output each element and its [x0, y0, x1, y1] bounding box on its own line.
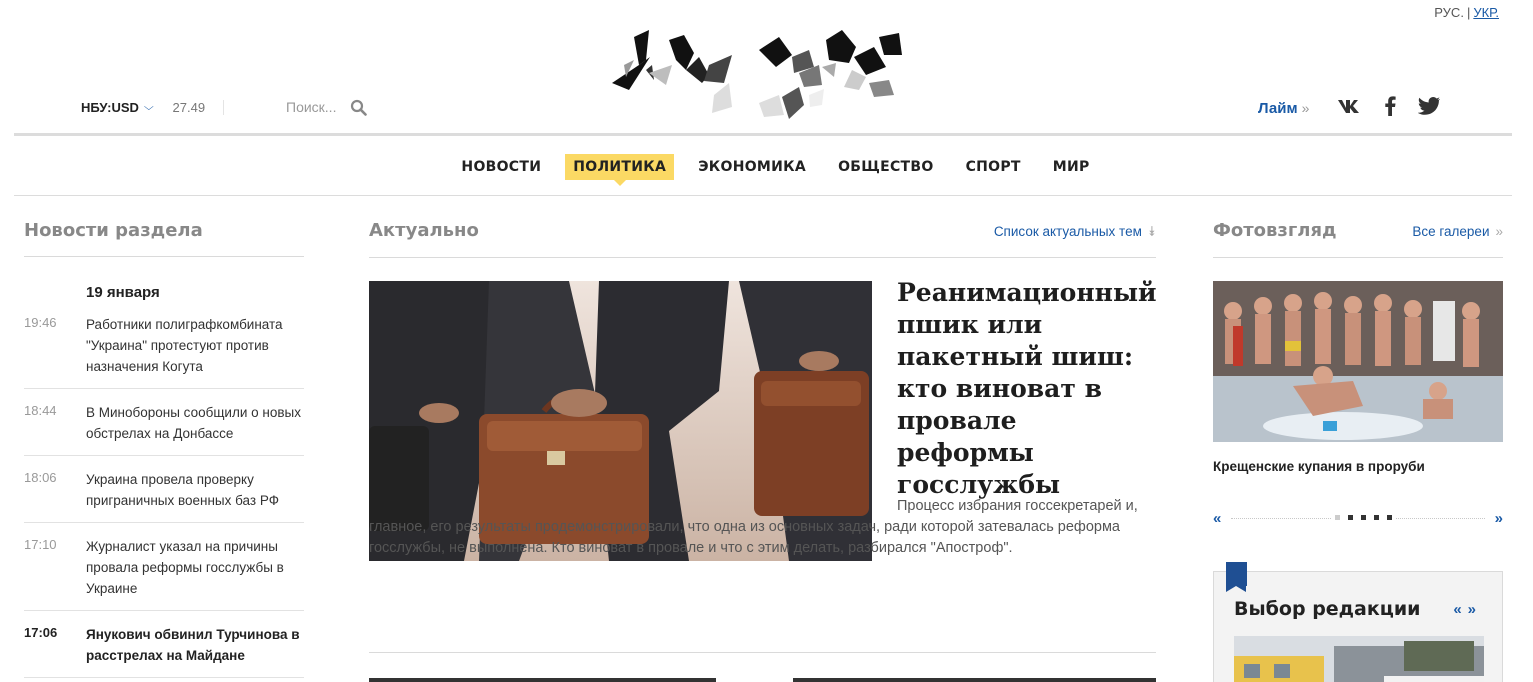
gallery-image[interactable]: [1213, 281, 1503, 442]
news-headline[interactable]: Журналист указал на причины провала рефо…: [86, 536, 304, 599]
slider-dot[interactable]: [1374, 515, 1380, 520]
editors-header: Выбор редакции «»: [1234, 598, 1482, 620]
section-photo-header: Фотовзгляд Все галереи »: [1213, 220, 1503, 258]
news-time: 19:46: [24, 315, 57, 330]
news-headline[interactable]: В Минобороны сообщили о новых обстрелах …: [86, 402, 304, 444]
news-headline[interactable]: Янукович обвинил Турчинова в расстрелах …: [86, 624, 304, 666]
facebook-icon[interactable]: [1385, 96, 1396, 121]
news-headline[interactable]: Работники полиграфкомбината "Украина" пр…: [86, 314, 304, 377]
news-time: 18:44: [24, 403, 57, 418]
news-item[interactable]: 19:46 Работники полиграфкомбината "Украи…: [24, 314, 304, 389]
search-input[interactable]: [286, 99, 344, 115]
section-photo-title: Фотовзгляд: [1213, 220, 1337, 241]
editors-next-button[interactable]: »: [1468, 601, 1482, 618]
gallery-slider: « »: [1213, 510, 1503, 527]
news-date: 19 января: [86, 284, 160, 301]
double-chevron-down-icon: ⯯: [1147, 224, 1156, 239]
slider-dots: [1331, 515, 1397, 520]
feature-title[interactable]: Реанимационный пшик или пакетный шиш: кт…: [897, 277, 1159, 501]
nav-news[interactable]: НОВОСТИ: [453, 154, 549, 180]
chevron-down-icon[interactable]: ⌵: [144, 102, 154, 113]
header-right: Лайм»: [1258, 96, 1441, 121]
news-item[interactable]: 18:44 В Минобороны сообщили о новых обст…: [24, 402, 304, 456]
lang-uk-link[interactable]: УКР.: [1473, 5, 1499, 20]
nav-sport[interactable]: СПОРТ: [958, 154, 1029, 180]
slider-dot[interactable]: [1348, 515, 1354, 520]
laim-label: Лайм: [1258, 100, 1298, 117]
all-galleries-link[interactable]: Все галереи »: [1412, 224, 1503, 239]
section-actual-header: Актуально Список актуальных тем ⯯: [369, 220, 1156, 258]
section-news-header: Новости раздела: [24, 220, 304, 257]
editors-title: Выбор редакции: [1234, 598, 1421, 620]
laim-arrow: »: [1301, 100, 1310, 116]
section-news-column: Новости раздела 19 января 19:46 Работник…: [24, 220, 304, 682]
language-switcher: РУС. | УКР.: [1434, 5, 1499, 20]
slider-next-button[interactable]: »: [1495, 510, 1503, 527]
currency-selector[interactable]: НБУ:USD: [81, 100, 139, 115]
section-news-title: Новости раздела: [24, 220, 203, 241]
all-galleries-label: Все галереи: [1412, 224, 1490, 239]
search-bar: [286, 96, 367, 118]
main-nav: НОВОСТИ ПОЛИТИКА ЭКОНОМИКА ОБЩЕСТВО СПОР…: [0, 154, 1533, 186]
feature-divider: [369, 652, 1156, 653]
nav-world[interactable]: МИР: [1045, 154, 1098, 180]
all-galleries-arrow: »: [1495, 224, 1503, 239]
news-time: 17:06: [24, 625, 58, 640]
slider-prev-button[interactable]: «: [1213, 510, 1221, 527]
twitter-icon[interactable]: [1417, 97, 1441, 120]
news-item[interactable]: 18:06 Украина провела проверку пригранич…: [24, 469, 304, 523]
editors-choice-block: Выбор редакции «»: [1213, 562, 1503, 682]
search-icon[interactable]: [350, 99, 367, 116]
section-photo-column: Фотовзгляд Все галереи» Крещенские купан…: [1213, 220, 1503, 682]
slider-dot[interactable]: [1335, 515, 1341, 520]
section-actual-column: Актуально Список актуальных тем ⯯ Реаним…: [369, 220, 1157, 653]
news-time: 17:10: [24, 537, 57, 552]
next-row-image-right: [793, 678, 1156, 682]
gallery-caption[interactable]: Крещенские купания в проруби: [1213, 459, 1503, 474]
editors-nav: «»: [1453, 601, 1482, 618]
social-links: [1337, 96, 1441, 121]
slider-dot[interactable]: [1387, 515, 1393, 520]
slider-track: [1231, 515, 1485, 520]
editors-prev-button[interactable]: «: [1453, 601, 1467, 618]
editors-badge-icon: [1226, 562, 1247, 592]
news-headline[interactable]: Украина провела проверку приграничных во…: [86, 469, 304, 511]
nav-society[interactable]: ОБЩЕСТВО: [830, 154, 942, 180]
feature-article[interactable]: Реанимационный пшик или пакетный шиш: кт…: [369, 278, 1157, 621]
laim-link[interactable]: Лайм»: [1258, 100, 1309, 117]
news-time: 18:06: [24, 470, 57, 485]
currency-value: 27.49: [173, 100, 225, 115]
currency-rate: НБУ:USD ⌵ 27.49: [81, 100, 225, 115]
nav-divider: [14, 195, 1512, 196]
nav-economy[interactable]: ЭКОНОМИКА: [690, 154, 814, 180]
next-row-image-left: [369, 678, 716, 682]
section-actual-title: Актуально: [369, 220, 479, 241]
vk-icon[interactable]: [1337, 98, 1363, 119]
slider-dot[interactable]: [1361, 515, 1367, 520]
header-divider: [14, 133, 1512, 136]
editors-image[interactable]: [1234, 636, 1484, 682]
news-item[interactable]: 17:06 Янукович обвинил Турчинова в расст…: [24, 624, 304, 678]
news-list: 19:46 Работники полиграфкомбината "Украи…: [24, 314, 304, 678]
feature-lead: Процесс избрания госсекретарей и, главно…: [369, 498, 1138, 556]
news-item[interactable]: 17:10 Журналист указал на причины провал…: [24, 536, 304, 611]
lang-separator: |: [1466, 5, 1471, 20]
nav-politics[interactable]: ПОЛИТИКА: [565, 154, 675, 186]
actual-topics-link[interactable]: Список актуальных тем ⯯: [994, 224, 1156, 240]
actual-topics-label: Список актуальных тем: [993, 224, 1142, 239]
lang-ru-link[interactable]: РУС.: [1434, 5, 1464, 20]
site-logo[interactable]: [604, 25, 904, 125]
